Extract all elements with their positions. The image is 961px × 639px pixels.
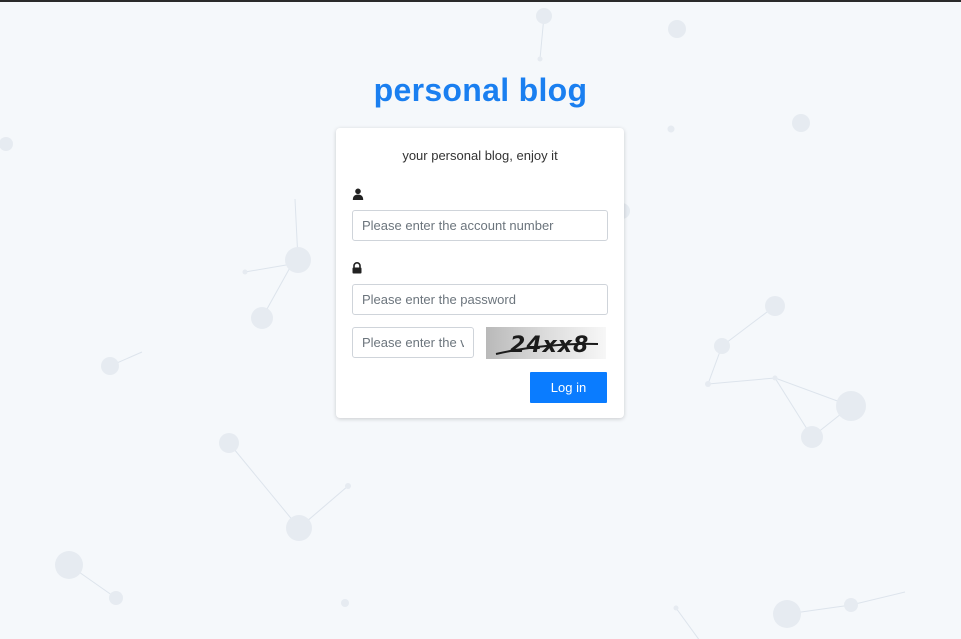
login-page: personal blog your personal blog, enjoy … — [0, 0, 961, 639]
user-icon — [352, 188, 364, 200]
captcha-image[interactable]: 24xx8 — [486, 327, 606, 359]
account-input[interactable] — [352, 210, 608, 241]
login-card: your personal blog, enjoy it 24xx8 — [336, 128, 624, 418]
verification-code-input[interactable] — [352, 327, 474, 358]
password-input[interactable] — [352, 284, 608, 315]
page-subtitle: your personal blog, enjoy it — [402, 148, 558, 163]
login-button[interactable]: Log in — [530, 372, 607, 403]
lock-icon — [352, 262, 362, 274]
page-title: personal blog — [373, 72, 588, 108]
